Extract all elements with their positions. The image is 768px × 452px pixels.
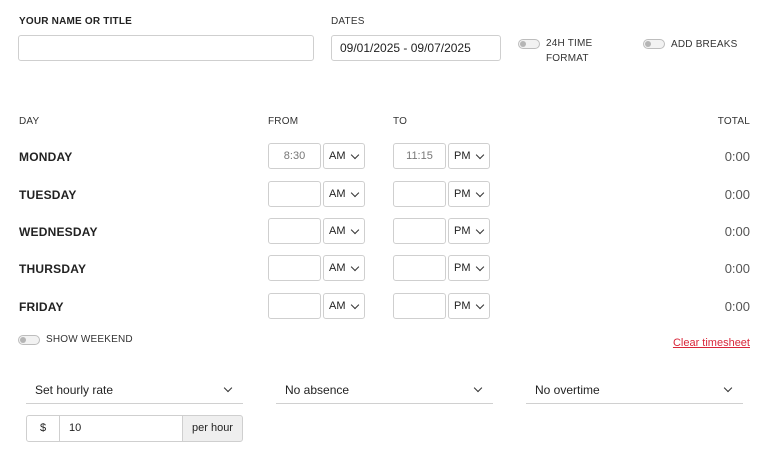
ampm-value: PM	[454, 262, 471, 274]
ampm-value: AM	[329, 150, 346, 162]
chevron-down-icon	[475, 188, 485, 198]
column-to: TO	[393, 116, 408, 127]
from-ampm-select[interactable]: AM	[323, 218, 365, 244]
from-ampm-select[interactable]: AM	[323, 181, 365, 207]
from-ampm-select[interactable]: AM	[323, 255, 365, 281]
show-weekend-label: SHOW WEEKEND	[46, 334, 133, 345]
chevron-down-icon	[350, 188, 360, 198]
day-name: WEDNESDAY	[19, 225, 98, 239]
ampm-value: AM	[329, 300, 346, 312]
toggle-switch-icon	[645, 41, 651, 47]
toggle-add-breaks[interactable]	[643, 39, 665, 49]
ampm-value: AM	[329, 262, 346, 274]
hourly-rate-dropdown[interactable]: Set hourly rate	[26, 378, 243, 404]
day-total: 0:00	[724, 224, 750, 239]
chevron-down-icon	[350, 262, 360, 272]
from-ampm-select[interactable]: AM	[323, 143, 365, 169]
day-total: 0:00	[724, 299, 750, 314]
currency-prefix: $	[26, 415, 60, 442]
from-time-input[interactable]	[268, 181, 321, 207]
name-input[interactable]	[18, 35, 314, 61]
to-ampm-select[interactable]: PM	[448, 255, 490, 281]
to-ampm-select[interactable]: PM	[448, 293, 490, 319]
day-name: FRIDAY	[19, 300, 64, 314]
chevron-down-icon	[223, 383, 233, 393]
ampm-value: PM	[454, 150, 471, 162]
to-ampm-select[interactable]: PM	[448, 218, 490, 244]
absence-dropdown[interactable]: No absence	[276, 378, 493, 404]
chevron-down-icon	[350, 300, 360, 310]
chevron-down-icon	[475, 225, 485, 235]
toggle-switch-icon	[20, 337, 26, 343]
chevron-down-icon	[723, 383, 733, 393]
ampm-value: PM	[454, 188, 471, 200]
from-time-input[interactable]	[268, 218, 321, 244]
from-time-input[interactable]	[268, 255, 321, 281]
to-time-input[interactable]	[393, 218, 446, 244]
ampm-value: PM	[454, 300, 471, 312]
column-total: TOTAL	[717, 116, 750, 127]
chevron-down-icon	[350, 150, 360, 160]
dropdown-value: No absence	[285, 383, 350, 397]
chevron-down-icon	[350, 225, 360, 235]
from-time-input[interactable]: 8:30	[268, 143, 321, 169]
ampm-value: PM	[454, 225, 471, 237]
day-name: TUESDAY	[19, 188, 77, 202]
to-ampm-select[interactable]: PM	[448, 143, 490, 169]
rate-input-group: $ 10 per hour	[26, 415, 243, 442]
toggle-24h-label-line1: 24H TIME	[546, 38, 593, 49]
overtime-dropdown[interactable]: No overtime	[526, 378, 743, 404]
column-from: FROM	[268, 116, 299, 127]
day-name: THURSDAY	[19, 262, 87, 276]
chevron-down-icon	[473, 383, 483, 393]
toggle-switch-icon	[520, 41, 526, 47]
per-hour-suffix: per hour	[182, 415, 243, 442]
toggle-breaks-label: ADD BREAKS	[671, 39, 738, 50]
toggle-24h-label: 24H TIME FORMAT	[546, 36, 592, 66]
toggle-show-weekend[interactable]	[18, 335, 40, 345]
to-time-input[interactable]: 11:15	[393, 143, 446, 169]
to-time-input[interactable]	[393, 255, 446, 281]
day-total: 0:00	[724, 149, 750, 164]
from-time-input[interactable]	[268, 293, 321, 319]
dropdown-value: Set hourly rate	[35, 383, 114, 397]
from-ampm-select[interactable]: AM	[323, 293, 365, 319]
day-name: MONDAY	[19, 150, 73, 164]
to-time-input[interactable]	[393, 181, 446, 207]
to-ampm-select[interactable]: PM	[448, 181, 490, 207]
day-total: 0:00	[724, 261, 750, 276]
clear-timesheet-link[interactable]: Clear timesheet	[673, 337, 750, 349]
chevron-down-icon	[475, 300, 485, 310]
dates-input[interactable]: 09/01/2025 - 09/07/2025	[331, 35, 501, 61]
day-total: 0:00	[724, 187, 750, 202]
ampm-value: AM	[329, 225, 346, 237]
toggle-24h-time[interactable]	[518, 39, 540, 49]
to-time-input[interactable]	[393, 293, 446, 319]
dropdown-value: No overtime	[535, 383, 600, 397]
toggle-24h-label-line2: FORMAT	[546, 53, 589, 64]
name-label: YOUR NAME OR TITLE	[19, 16, 133, 27]
chevron-down-icon	[475, 262, 485, 272]
chevron-down-icon	[475, 150, 485, 160]
dates-label: DATES	[331, 16, 365, 27]
column-day: DAY	[19, 116, 40, 127]
ampm-value: AM	[329, 188, 346, 200]
hourly-rate-input[interactable]: 10	[59, 415, 183, 442]
